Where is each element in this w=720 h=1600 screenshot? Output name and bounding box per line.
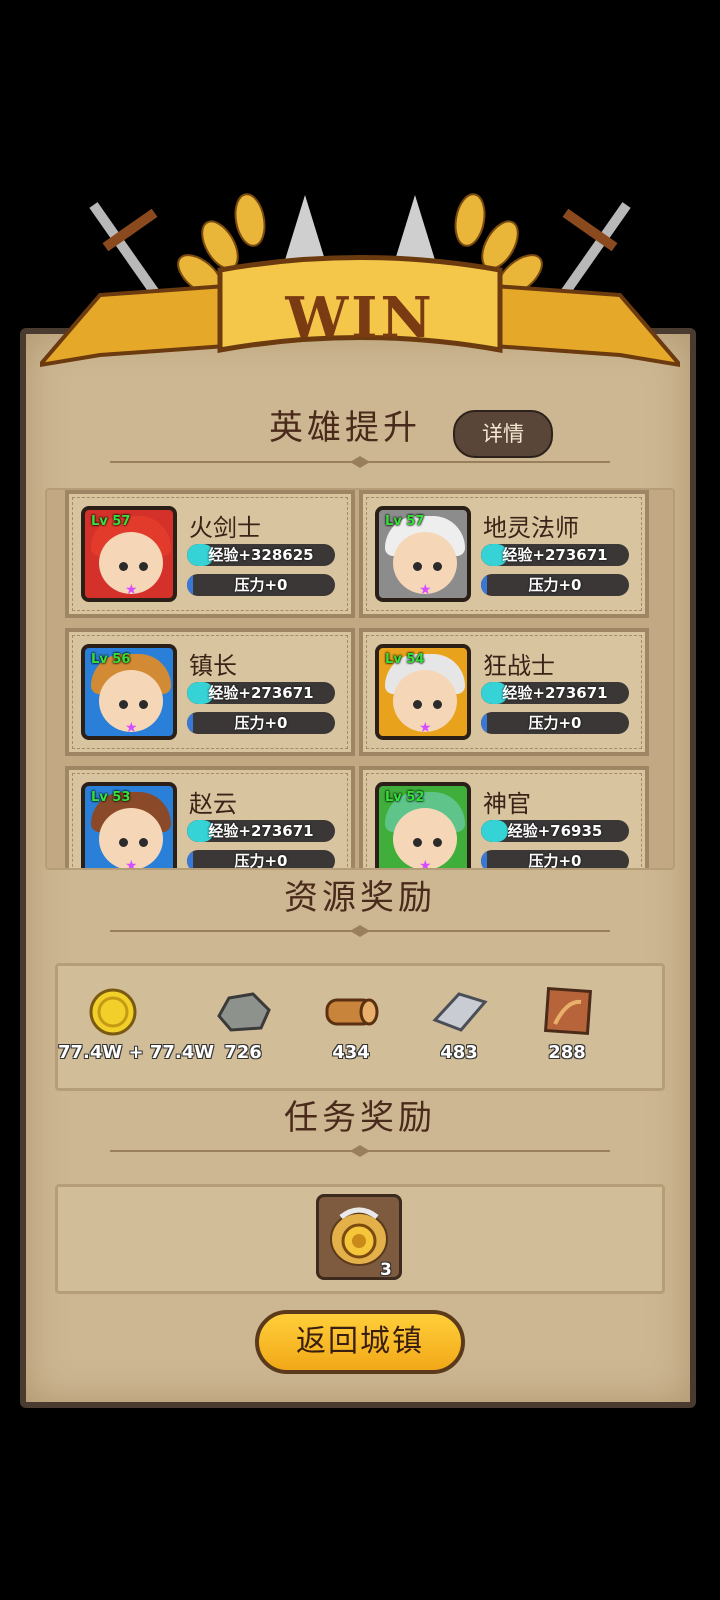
hero-name: 火剑士 — [189, 514, 261, 542]
hero-level: Lv 53 — [91, 790, 131, 805]
hero-portrait: Lv 57 ★ — [81, 506, 177, 602]
star-icon: ★ — [125, 720, 138, 736]
pressure-text: 压力+0 — [234, 714, 288, 732]
hero-card[interactable]: Lv 54 ★ 狂战士经验+273671 压力+0 — [359, 628, 649, 756]
pressure-bar: 压力+0 — [481, 712, 629, 734]
exp-bar: 经验+273671 — [481, 682, 629, 704]
pressure-bar: 压力+0 — [481, 574, 629, 596]
leather-icon — [537, 986, 597, 1036]
hero-name: 地灵法师 — [483, 514, 579, 542]
left-sword-icon — [89, 202, 161, 298]
hero-portrait: Lv 56 ★ — [81, 644, 177, 740]
hero-level: Lv 57 — [385, 514, 425, 529]
exp-bar: 经验+273671 — [481, 544, 629, 566]
pressure-bar: 压力+0 — [187, 850, 335, 870]
hero-name: 狂战士 — [483, 652, 555, 680]
stone-icon — [213, 986, 273, 1036]
exp-bar: 经验+273671 — [187, 682, 335, 704]
hero-card[interactable]: Lv 53 ★ 赵云经验+273671 压力+0 — [65, 766, 355, 870]
star-icon: ★ — [125, 858, 138, 870]
exp-text: 经验+273671 — [208, 684, 314, 702]
pressure-text: 压力+0 — [528, 852, 582, 870]
hero-card[interactable]: Lv 56 ★ 镇长经验+273671 压力+0 — [65, 628, 355, 756]
hero-name: 赵云 — [189, 790, 237, 818]
resource-value: 288 — [548, 1042, 586, 1063]
resource-item[interactable]: 77.4W + 77.4W — [58, 986, 215, 1063]
exp-text: 经验+273671 — [208, 822, 314, 840]
exp-text: 经验+76935 — [507, 822, 603, 840]
exp-bar: 经验+273671 — [187, 820, 335, 842]
details-button[interactable]: 详情 — [453, 410, 553, 458]
hero-portrait: Lv 57 ★ — [375, 506, 471, 602]
section-divider — [110, 925, 610, 937]
hero-level: Lv 57 — [91, 514, 131, 529]
hero-name: 镇长 — [189, 652, 237, 680]
exp-text: 经验+273671 — [502, 684, 608, 702]
pressure-text: 压力+0 — [234, 852, 288, 870]
gold-coin-icon — [83, 986, 143, 1036]
return-to-town-button[interactable]: 返回城镇 — [255, 1310, 465, 1374]
exp-bar: 经验+328625 — [187, 544, 335, 566]
pressure-bar: 压力+0 — [481, 850, 629, 870]
pressure-text: 压力+0 — [234, 576, 288, 594]
hero-card[interactable]: Lv 57 ★ 火剑士经验+328625 压力+0 — [65, 490, 355, 618]
win-title: WIN — [285, 285, 435, 351]
section-divider — [110, 1145, 610, 1157]
hero-level: Lv 52 — [385, 790, 425, 805]
hero-portrait: Lv 53 ★ — [81, 782, 177, 870]
hero-list[interactable]: Lv 57 ★ 火剑士经验+328625 压力+0 Lv 57 ★ 地灵法师经验+27367… — [45, 488, 675, 870]
resource-value: 77.4W + 77.4W — [58, 1042, 215, 1063]
pressure-text: 压力+0 — [528, 576, 582, 594]
resource-item[interactable]: 483 — [404, 986, 514, 1063]
resource-value: 483 — [440, 1042, 478, 1063]
hero-portrait: Lv 52 ★ — [375, 782, 471, 870]
pressure-text: 压力+0 — [528, 714, 582, 732]
pressure-bar: 压力+0 — [187, 574, 335, 596]
hero-portrait: Lv 54 ★ — [375, 644, 471, 740]
star-icon: ★ — [419, 582, 432, 598]
star-icon: ★ — [419, 858, 432, 870]
star-icon: ★ — [419, 720, 432, 736]
task-reward-count: 3 — [380, 1260, 392, 1280]
exp-text: 经验+328625 — [208, 546, 314, 564]
right-sword-icon — [559, 202, 631, 298]
wood-log-icon — [321, 986, 381, 1036]
resource-reward-box: 77.4W + 77.4W 726 434 483 288 — [55, 963, 665, 1091]
iron-ingot-icon — [429, 986, 489, 1036]
hero-card[interactable]: Lv 52 ★ 神官经验+76935 压力+0 — [359, 766, 649, 870]
hero-name: 神官 — [483, 790, 531, 818]
pressure-bar: 压力+0 — [187, 712, 335, 734]
hero-section-title: 英雄提升 — [269, 408, 421, 448]
hero-card[interactable]: Lv 57 ★ 地灵法师经验+273671 压力+0 — [359, 490, 649, 618]
exp-bar: 经验+76935 — [481, 820, 629, 842]
resource-section-title: 资源奖励 — [284, 878, 436, 918]
hero-level: Lv 56 — [91, 652, 131, 667]
resource-item[interactable]: 288 — [512, 986, 622, 1063]
hero-level: Lv 54 — [385, 652, 425, 667]
task-section-title: 任务奖励 — [284, 1098, 436, 1138]
star-icon: ★ — [125, 582, 138, 598]
section-divider — [110, 456, 610, 468]
resource-value: 726 — [224, 1042, 262, 1063]
exp-text: 经验+273671 — [502, 546, 608, 564]
resource-item[interactable]: 434 — [296, 986, 406, 1063]
resource-item[interactable]: 726 — [188, 986, 298, 1063]
resource-value: 434 — [332, 1042, 370, 1063]
